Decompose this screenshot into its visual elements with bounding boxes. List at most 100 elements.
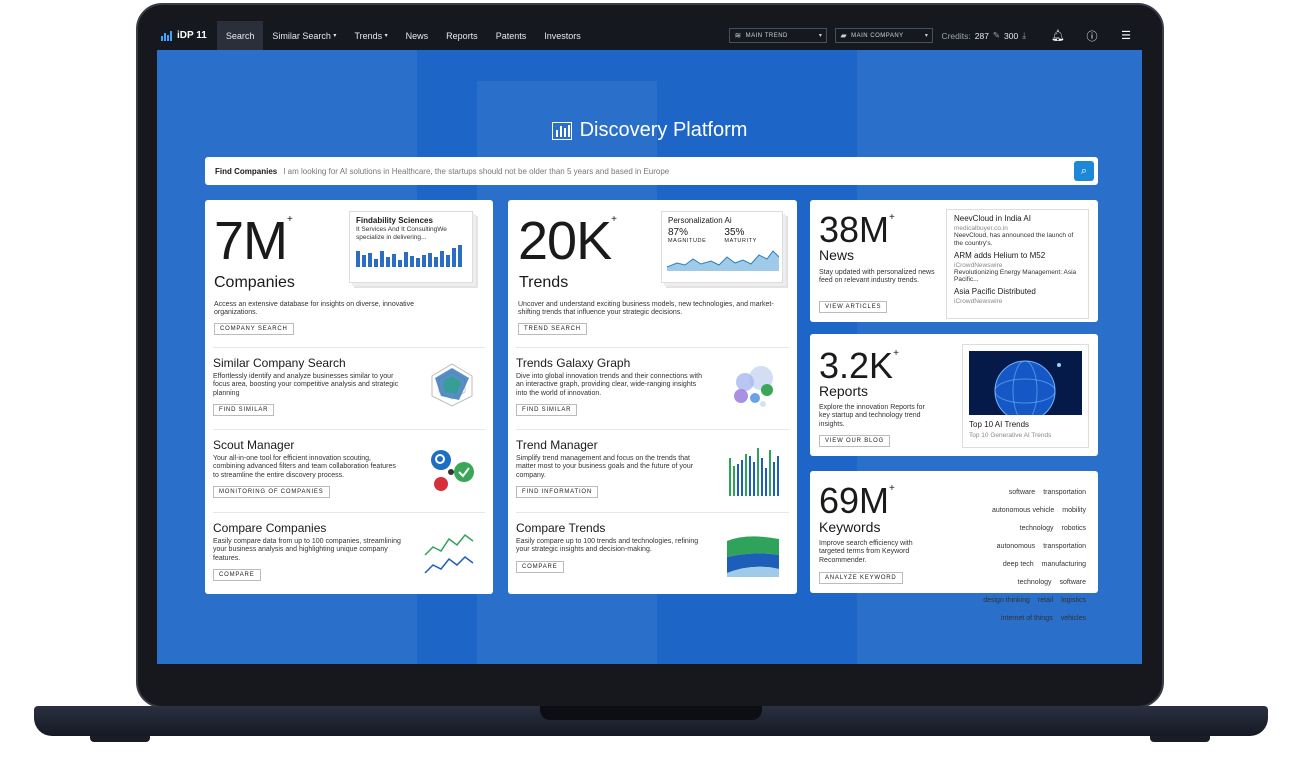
- help-icon[interactable]: ⓘ: [1082, 28, 1102, 44]
- news-count: 38M+: [819, 212, 895, 248]
- folder-icon: ▰: [840, 31, 848, 40]
- keyword-tag[interactable]: internet of things: [997, 613, 1057, 624]
- trends-count: 20K+: [518, 214, 617, 268]
- trend-search-button[interactable]: TREND SEARCH: [518, 323, 587, 335]
- compare-trends-section: Compare Trends Easily compare up to 100 …: [516, 512, 789, 594]
- find-similar-button[interactable]: FIND SIMILAR: [516, 404, 578, 417]
- trends-desc: Uncover and understand exciting business…: [518, 301, 774, 317]
- keyword-tag[interactable]: retail: [1034, 595, 1057, 606]
- keyword-tag[interactable]: mobility: [1058, 505, 1090, 516]
- trends-galaxy-graph-section: Trends Galaxy Graph Dive into global inn…: [516, 347, 789, 429]
- search-input[interactable]: I am looking for AI solutions in Healthc…: [283, 167, 669, 176]
- news-item-text: Revolutionizing Energy Management: Asia …: [954, 268, 1077, 284]
- keyword-tag[interactable]: manufacturing: [1038, 559, 1090, 570]
- keyword-tag[interactable]: transportation: [1039, 541, 1090, 552]
- keyword-row: design thinking retail logistics: [958, 589, 1090, 607]
- credits-download-value: 300: [1004, 30, 1019, 41]
- menu-icon[interactable]: ☰: [1116, 29, 1136, 42]
- keyword-tag[interactable]: vehicles: [1057, 613, 1090, 624]
- find-similar-button[interactable]: FIND SIMILAR: [213, 404, 275, 417]
- nav-patents[interactable]: Patents: [487, 21, 536, 50]
- news-item-source: medicalbuyer.co.in: [954, 225, 1008, 232]
- keyword-cloud: software transportation autonomous vehicl…: [958, 481, 1090, 625]
- keywords-count-value: 69M: [819, 480, 890, 521]
- news-item-title[interactable]: ARM adds Helium to M52: [954, 251, 1081, 260]
- logo[interactable]: iDP 11: [157, 30, 217, 41]
- news-item-text: NeevCloud, has announced the launch of t…: [954, 232, 1074, 247]
- company-search-button[interactable]: COMPANY SEARCH: [214, 323, 294, 335]
- laptop-foot: [90, 736, 150, 742]
- analyze-keyword-button[interactable]: ANALYZE KEYWORD: [819, 572, 903, 584]
- keyword-tag[interactable]: software: [1005, 487, 1039, 498]
- keywords-card: 69M+ Keywords Improve search efficiency …: [810, 471, 1098, 622]
- nav-reports[interactable]: Reports: [437, 21, 487, 50]
- main-company-label: MAIN COMPANY: [851, 32, 904, 39]
- keyword-tag[interactable]: software: [1056, 577, 1090, 588]
- scout-icons-icon: [431, 450, 474, 491]
- magnitude-value: 87%: [668, 227, 689, 238]
- company-preview-text: It Services And It ConsultingWe speciali…: [356, 226, 447, 241]
- compare-button[interactable]: COMPARE: [516, 560, 564, 573]
- top-nav: iDP 11 Search Similar Search ▾ Trends ▾ …: [157, 21, 1142, 50]
- keyword-row: deep tech manufacturing: [958, 553, 1090, 571]
- search-button[interactable]: ⌕: [1074, 161, 1094, 181]
- compare-button[interactable]: COMPARE: [213, 569, 261, 582]
- news-label: News: [819, 247, 855, 263]
- search-bar: Find Companies I am looking for AI solut…: [205, 157, 1098, 185]
- find-information-button[interactable]: FIND INFORMATION: [516, 486, 599, 499]
- keyword-tag[interactable]: transportation: [1039, 487, 1090, 498]
- keyword-tag[interactable]: autonomous vehicle: [988, 505, 1058, 516]
- nav-investors[interactable]: Investors: [535, 21, 590, 50]
- chevron-down-icon: ▾: [924, 33, 929, 39]
- nav-similar-search[interactable]: Similar Search ▾: [263, 21, 345, 50]
- edit-icon: ✎: [992, 30, 1001, 40]
- keyword-tag[interactable]: autonomous: [993, 541, 1040, 552]
- credits: Credits: 287 ✎ 300 ⤓: [941, 30, 1026, 41]
- keyword-tag[interactable]: technology: [1014, 577, 1056, 588]
- plus-sign: +: [889, 212, 895, 223]
- section-desc: Easily compare up to 100 trends and tech…: [516, 538, 699, 554]
- magnitude-label: MAGNITUDE: [668, 238, 707, 244]
- monitoring-of-companies-button[interactable]: MONITORING OF COMPANIES: [213, 486, 330, 499]
- keywords-desc: Improve search efficiency with targeted …: [819, 540, 913, 564]
- magnitude-metric: 87% MAGNITUDE: [668, 227, 706, 244]
- scout-manager-section: Scout Manager Your all-in-one tool for e…: [213, 429, 485, 512]
- nav-search[interactable]: Search: [216, 21, 264, 50]
- keyword-tag[interactable]: deep tech: [999, 559, 1038, 570]
- chart-bars-icon: [551, 121, 572, 140]
- keyword-tag[interactable]: logistics: [1057, 595, 1090, 606]
- report-preview-card[interactable]: Top 10 AI Trends Top 10 Generative AI Tr…: [962, 344, 1089, 448]
- logo-text: iDP 11: [177, 30, 207, 41]
- keyword-tag[interactable]: technology: [1016, 523, 1058, 534]
- trend-bars-icon: [729, 448, 779, 496]
- keywords-label: Keywords: [819, 519, 881, 535]
- trend-preview-card: Personalization Ai 87% MAGNITUDE 35% MATUR…: [661, 211, 783, 283]
- bell-icon[interactable]: 🔔︎: [1048, 29, 1068, 42]
- companies-card: 7M+ Companies Findability Sciences It Se…: [205, 200, 493, 594]
- logo-bars-icon: [161, 30, 172, 41]
- view-our-blog-button[interactable]: VIEW OUR BLOG: [819, 435, 891, 447]
- main-trend-select[interactable]: ≋ MAIN TREND ▾: [729, 28, 828, 43]
- chevron-down-icon: ▾: [818, 33, 823, 39]
- news-item-title[interactable]: NeevCloud in India AI: [954, 214, 1081, 223]
- companies-count: 7M+: [214, 214, 293, 268]
- maturity-label: MATURITY: [724, 238, 757, 244]
- keyword-tag[interactable]: robotics: [1057, 523, 1090, 534]
- nav-trends[interactable]: Trends ▾: [345, 21, 396, 50]
- main-company-select[interactable]: ▰ MAIN COMPANY ▾: [835, 28, 934, 43]
- report-preview-title: Top 10 AI Trends: [969, 420, 1030, 429]
- nav-news[interactable]: News: [397, 21, 438, 50]
- download-icon: ⤓: [1022, 30, 1026, 40]
- plus-sign: +: [893, 348, 899, 359]
- news-item-title[interactable]: Asia Pacific Distributed: [954, 287, 1081, 296]
- view-articles-button[interactable]: VIEW ARTICLES: [819, 301, 888, 313]
- page-title: Discovery Platform: [157, 119, 1142, 142]
- keyword-tag[interactable]: design thinking: [979, 595, 1034, 606]
- page-title-text: Discovery Platform: [579, 119, 748, 141]
- trends-count-value: 20K: [518, 211, 612, 271]
- news-card: 38M+ News Stay updated with personalized…: [810, 200, 1098, 322]
- similar-company-search-section: Similar Company Search Effortlessly iden…: [213, 347, 485, 429]
- news-desc: Stay updated with personalized news feed…: [819, 269, 935, 285]
- keyword-row: technology robotics: [958, 517, 1090, 535]
- search-label: Find Companies: [215, 166, 278, 176]
